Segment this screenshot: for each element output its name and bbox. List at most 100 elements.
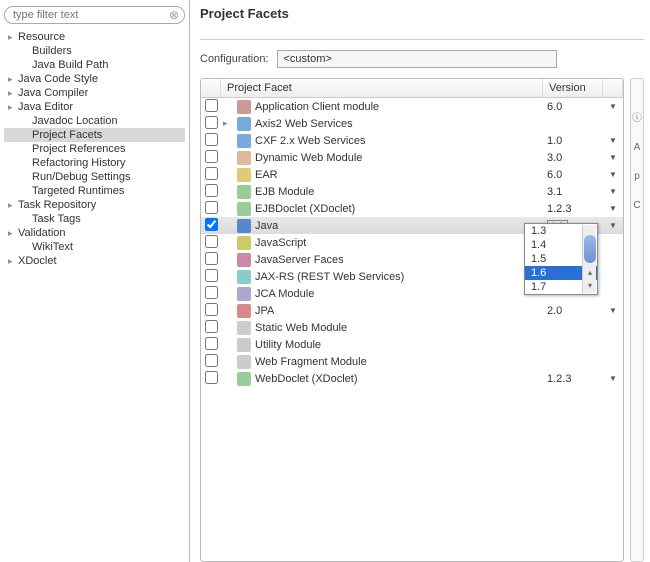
facet-version: 6.0 [543, 169, 603, 181]
table-row[interactable]: EJBDoclet (XDoclet)1.2.3▼ [201, 200, 623, 217]
facet-checkbox[interactable] [205, 116, 218, 129]
facet-version: 3.0 [543, 152, 603, 164]
facet-checkbox[interactable] [205, 201, 218, 214]
facet-checkbox[interactable] [205, 133, 218, 146]
facet-checkbox[interactable] [205, 150, 218, 163]
facet-checkbox[interactable] [205, 320, 218, 333]
facet-checkbox[interactable] [205, 303, 218, 316]
tree-item[interactable]: ▸Java Editor [4, 100, 185, 114]
jca-icon [237, 287, 251, 301]
facet-label: JavaServer Faces [255, 254, 344, 266]
facet-checkbox[interactable] [205, 252, 218, 265]
details-panel-collapsed: ⓘ A p C [630, 78, 644, 562]
facet-version: 3.1 [543, 186, 603, 198]
js-icon [237, 236, 251, 250]
facet-checkbox[interactable] [205, 337, 218, 350]
tree-item[interactable]: Javadoc Location [4, 114, 185, 128]
jax-icon [237, 270, 251, 284]
version-dropdown-arrow-icon[interactable]: ▼ [603, 136, 623, 145]
tree-item[interactable]: ▸Task Repository [4, 198, 185, 212]
disclosure-arrow-icon[interactable]: ▸ [8, 102, 18, 113]
tree-item[interactable]: Targeted Runtimes [4, 184, 185, 198]
table-row[interactable]: Application Client module6.0▼ [201, 98, 623, 115]
facet-checkbox[interactable] [205, 167, 218, 180]
facet-table: Project Facet Version Application Client… [200, 78, 624, 562]
scroll-down-icon[interactable]: ▾ [584, 280, 596, 292]
tree-item-label: Java Code Style [18, 73, 98, 85]
disclosure-arrow-icon[interactable]: ▸ [8, 74, 18, 85]
disclosure-arrow-icon[interactable]: ▸ [8, 32, 18, 43]
table-header: Project Facet Version [201, 79, 623, 98]
facet-label: JPA [255, 305, 274, 317]
table-row[interactable]: Utility Module [201, 336, 623, 353]
facet-checkbox[interactable] [205, 371, 218, 384]
facet-checkbox[interactable] [205, 218, 218, 231]
scrollbar-thumb[interactable] [584, 235, 596, 263]
version-dropdown-arrow-icon[interactable]: ▼ [603, 170, 623, 179]
tree-item[interactable]: ▸Resource [4, 30, 185, 44]
tree-item[interactable]: ▸Validation [4, 226, 185, 240]
table-row[interactable]: JPA 2.0▼ [201, 302, 623, 319]
disclosure-arrow-icon[interactable]: ▸ [8, 256, 18, 267]
clear-filter-icon[interactable]: ⊗ [167, 8, 181, 22]
facet-version: 2.0 [543, 305, 603, 317]
version-dropdown-arrow-icon[interactable]: ▼ [603, 187, 623, 196]
facet-checkbox[interactable] [205, 99, 218, 112]
scroll-up-icon[interactable]: ▴ [584, 267, 596, 279]
facet-checkbox[interactable] [205, 269, 218, 282]
tree-item[interactable]: Task Tags [4, 212, 185, 226]
tree-item[interactable]: ▸XDoclet [4, 254, 185, 268]
version-dropdown-arrow-icon[interactable]: ▼ [603, 153, 623, 162]
tree-item[interactable]: Project References [4, 142, 185, 156]
header-facet[interactable]: Project Facet [221, 79, 543, 97]
configuration-label: Configuration: [200, 53, 269, 65]
disclosure-arrow-icon[interactable]: ▸ [8, 200, 18, 211]
facet-label: Static Web Module [255, 322, 347, 334]
version-dropdown-arrow-icon[interactable]: ▼ [603, 306, 623, 315]
info-icon: ⓘ [632, 109, 642, 124]
version-dropdown-arrow-icon[interactable]: ▼ [603, 221, 623, 230]
table-row[interactable]: EAR 6.0▼ [201, 166, 623, 183]
version-dropdown-arrow-icon[interactable]: ▼ [603, 204, 623, 213]
disclosure-arrow-icon[interactable]: ▸ [8, 228, 18, 239]
preferences-sidebar: ⊗ ▸ResourceBuildersJava Build Path▸Java … [0, 0, 190, 562]
dropdown-scrollbar[interactable]: ▴ ▾ [582, 225, 596, 293]
tree-item[interactable]: Java Build Path [4, 58, 185, 72]
table-row[interactable]: EJB Module3.1▼ [201, 183, 623, 200]
um-icon [237, 338, 251, 352]
version-dropdown-arrow-icon[interactable]: ▼ [603, 102, 623, 111]
tree-item[interactable]: Refactoring History [4, 156, 185, 170]
facet-label: JCA Module [255, 288, 314, 300]
header-version[interactable]: Version [543, 79, 603, 97]
configuration-select[interactable]: <custom> [277, 50, 557, 68]
table-row[interactable]: WebDoclet (XDoclet)1.2.3▼ [201, 370, 623, 387]
tree-item[interactable]: ▸Java Code Style [4, 72, 185, 86]
tree-item-label: Targeted Runtimes [32, 185, 124, 197]
filter-input[interactable] [4, 6, 185, 24]
tree-item[interactable]: Builders [4, 44, 185, 58]
facet-checkbox[interactable] [205, 184, 218, 197]
version-dropdown[interactable]: 1.31.41.51.61.7 ▴ ▾ [524, 223, 598, 295]
tree-item[interactable]: ▸Java Compiler [4, 86, 185, 100]
tree-item-label: Builders [32, 45, 72, 57]
table-row[interactable]: CXF 2.x Web Services1.0▼ [201, 132, 623, 149]
tree-item[interactable]: Run/Debug Settings [4, 170, 185, 184]
page-title: Project Facets [200, 6, 644, 40]
facet-checkbox[interactable] [205, 286, 218, 299]
table-row[interactable]: Static Web Module [201, 319, 623, 336]
tree-item[interactable]: WikiText [4, 240, 185, 254]
facet-checkbox[interactable] [205, 235, 218, 248]
disclosure-arrow-icon[interactable]: ▸ [8, 88, 18, 99]
row-expander-icon[interactable]: ▸ [223, 118, 233, 129]
table-row[interactable]: Dynamic Web Module3.0▼ [201, 149, 623, 166]
facet-checkbox[interactable] [205, 354, 218, 367]
preferences-tree: ▸ResourceBuildersJava Build Path▸Java Co… [4, 30, 185, 268]
axis-icon [237, 117, 251, 131]
facet-label: EAR [255, 169, 278, 181]
header-spacer [603, 79, 623, 97]
table-row[interactable]: Web Fragment Module [201, 353, 623, 370]
tree-item[interactable]: Project Facets [4, 128, 185, 142]
table-row[interactable]: ▸Axis2 Web Services [201, 115, 623, 132]
tree-item-label: Project References [32, 143, 126, 155]
version-dropdown-arrow-icon[interactable]: ▼ [603, 374, 623, 383]
